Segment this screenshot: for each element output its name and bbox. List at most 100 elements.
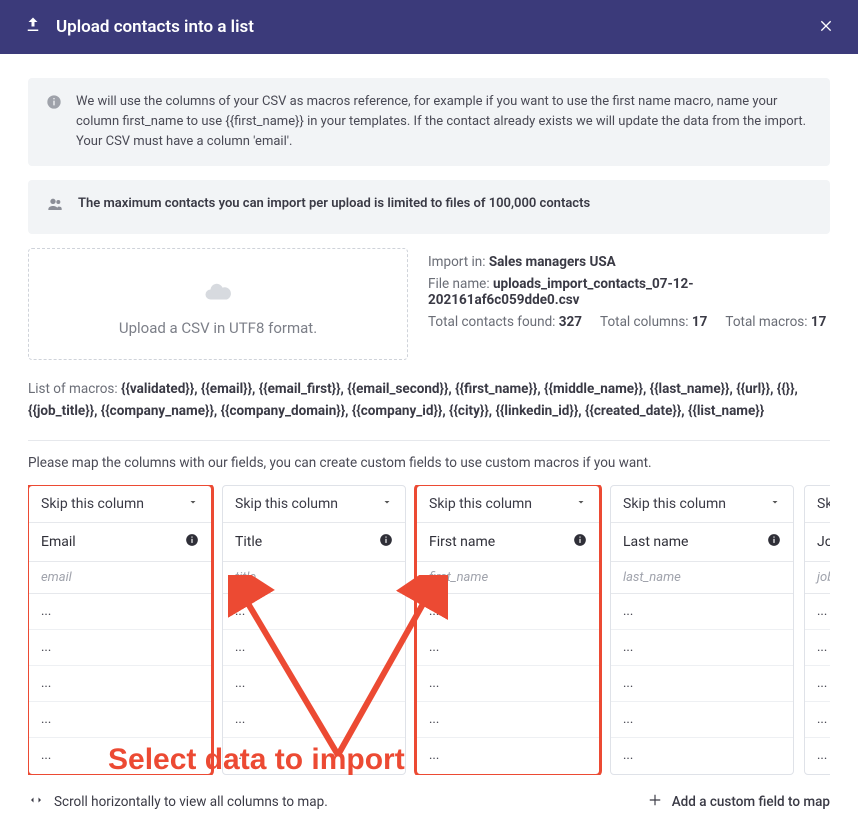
column-mapping-dropdown[interactable]: Skip this column (417, 486, 599, 523)
column-cell: ... (805, 630, 830, 666)
info-icon (46, 94, 62, 117)
column-header-label: First name (429, 534, 495, 550)
column-cell: ... (805, 594, 830, 630)
mapping-column: Skip this column Title title..............… (222, 485, 406, 775)
dropdown-label: Skip this column (817, 496, 830, 512)
total-contacts-label: Total contacts found: (428, 314, 559, 330)
macros-value: {{validated}}, {{email}}, {{email_first}… (28, 381, 798, 419)
column-cell: ... (805, 666, 830, 702)
column-header-label: Last name (623, 534, 688, 550)
chevron-down-icon (769, 496, 781, 512)
column-cell: ... (417, 594, 599, 630)
mapping-column: Skip this column Job job_............... (804, 485, 830, 775)
import-meta: Import in: Sales managers USA File name:… (428, 248, 830, 360)
column-cell: ... (805, 738, 830, 774)
info-icon[interactable] (767, 533, 781, 551)
column-cell: ... (611, 630, 793, 666)
file-name-label: File name: (428, 276, 493, 292)
dropdown-label: Skip this column (41, 496, 144, 512)
columns-container: Skip this column Email email..............… (28, 485, 830, 775)
column-cell: ... (611, 702, 793, 738)
scroll-horizontal-icon (28, 794, 44, 810)
column-cell: ... (611, 738, 793, 774)
column-cell: ... (223, 738, 405, 774)
cloud-icon (41, 277, 395, 311)
column-cell: ... (29, 666, 211, 702)
column-mapping-dropdown[interactable]: Skip this column (611, 486, 793, 523)
mapping-hint: Please map the columns with our fields, … (28, 455, 830, 471)
import-in-value: Sales managers USA (489, 254, 616, 270)
column-header: Email (29, 523, 211, 562)
column-cell: ... (29, 738, 211, 774)
mapping-column: Skip this column First name first_name....… (416, 485, 600, 775)
column-cell: ... (805, 702, 830, 738)
info-icon[interactable] (573, 533, 587, 551)
chevron-down-icon (381, 496, 393, 512)
info-icon[interactable] (379, 533, 393, 551)
column-cell: ... (223, 666, 405, 702)
column-mapping-dropdown[interactable]: Skip this column (29, 486, 211, 523)
total-macros-value: 17 (811, 314, 827, 330)
chevron-down-icon (187, 496, 199, 512)
macros-list: List of macros: {{validated}}, {{email}}… (28, 378, 830, 423)
total-columns-value: 17 (692, 314, 708, 330)
mapping-column: Skip this column Email email..............… (28, 485, 212, 775)
column-header: Title (223, 523, 405, 562)
column-header-label: Job (817, 534, 830, 550)
column-cell: ... (417, 630, 599, 666)
total-contacts-value: 327 (559, 314, 582, 330)
column-header-label: Title (235, 534, 262, 550)
column-cell: ... (417, 666, 599, 702)
upload-icon (24, 16, 42, 38)
column-cell: ... (29, 594, 211, 630)
scroll-hint: Scroll horizontally to view all columns … (54, 794, 328, 810)
limit-text: The maximum contacts you can import per … (78, 194, 590, 214)
users-icon (46, 196, 64, 219)
column-slug: last_name (611, 562, 793, 594)
macros-label: List of macros: (28, 381, 121, 397)
column-header: Last name (611, 523, 793, 562)
upload-dropzone[interactable]: Upload a CSV in UTF8 format. (28, 248, 408, 360)
dropdown-label: Skip this column (623, 496, 726, 512)
column-slug: first_name (417, 562, 599, 594)
column-mapping-dropdown[interactable]: Skip this column (805, 486, 830, 523)
dropdown-label: Skip this column (429, 496, 532, 512)
close-icon[interactable] (818, 17, 834, 37)
column-slug: title (223, 562, 405, 594)
column-cell: ... (611, 666, 793, 702)
dropdown-label: Skip this column (235, 496, 338, 512)
column-cell: ... (29, 630, 211, 666)
footer-bar: Scroll horizontally to view all columns … (28, 793, 830, 811)
add-custom-field-button[interactable]: Add a custom field to map (648, 793, 830, 811)
column-slug: email (29, 562, 211, 594)
modal-body: We will use the columns of your CSV as m… (0, 54, 858, 827)
mapping-column: Skip this column Last name last_name......… (610, 485, 794, 775)
modal-header: Upload contacts into a list (0, 0, 858, 54)
chevron-down-icon (575, 496, 587, 512)
column-mapping-dropdown[interactable]: Skip this column (223, 486, 405, 523)
info-banner-limit: The maximum contacts you can import per … (28, 180, 830, 233)
column-header: First name (417, 523, 599, 562)
total-columns-label: Total columns: (600, 314, 692, 330)
column-slug: job_ (805, 562, 830, 594)
add-custom-field-label: Add a custom field to map (672, 794, 830, 810)
import-in-label: Import in: (428, 254, 489, 270)
total-macros-label: Total macros: (725, 314, 810, 330)
plus-icon (648, 793, 662, 811)
divider (28, 440, 830, 441)
info-icon[interactable] (185, 533, 199, 551)
column-cell: ... (611, 594, 793, 630)
modal-title: Upload contacts into a list (56, 17, 254, 37)
info-banner-csv: We will use the columns of your CSV as m… (28, 78, 830, 166)
upload-text: Upload a CSV in UTF8 format. (41, 319, 395, 337)
column-cell: ... (223, 702, 405, 738)
info-text-line2: Your CSV must have a column 'email'. (76, 132, 812, 152)
column-cell: ... (417, 738, 599, 774)
column-header-label: Email (41, 534, 76, 550)
column-header: Job (805, 523, 830, 562)
column-cell: ... (29, 702, 211, 738)
column-cell: ... (223, 594, 405, 630)
info-text-line1: We will use the columns of your CSV as m… (76, 92, 812, 132)
column-cell: ... (417, 702, 599, 738)
column-cell: ... (223, 630, 405, 666)
